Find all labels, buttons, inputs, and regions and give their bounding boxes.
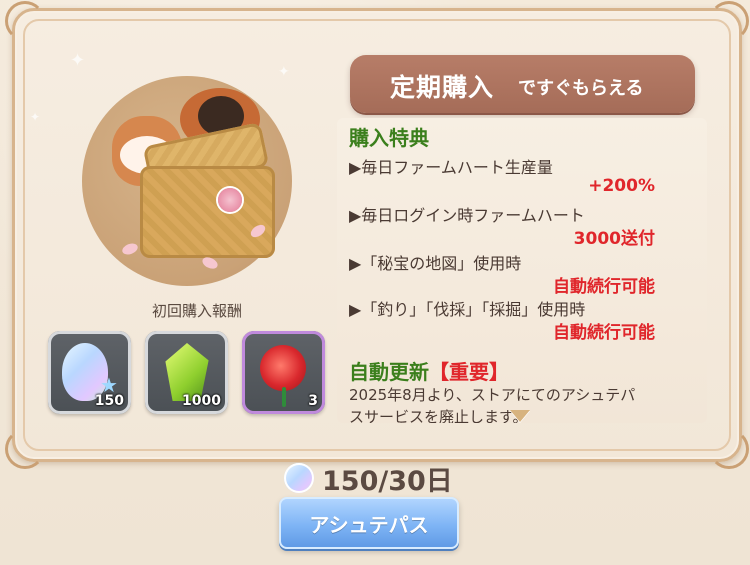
reward-item-green-gem[interactable]: 1000 [145,331,228,414]
auto-renew-title: 自動更新【重要】 [349,356,509,385]
frame-corner-ornament [709,429,749,469]
flower-icon [218,188,242,212]
benefit-label: ▶「釣り」「伐採」「採掘」使用時 [349,300,586,319]
first-purchase-reward-label: 初回購入報酬 [151,302,242,320]
benefit-value: 自動続行可能 [553,323,655,343]
price-display: 150/30日 [284,458,453,498]
benefit-value: 3000送付 [573,229,655,249]
title-banner: 定期購入 ですぐもらえる [350,55,695,113]
reward-items: ★ 150 1000 3 [48,331,333,422]
banner-title: 定期購入 [390,73,495,102]
benefits-scroll-panel[interactable]: 購入特典 ▶毎日ファームハート生産量 +200% ▶毎日ログイン時ファームハート… [337,118,707,423]
picnic-basket [140,166,275,258]
sparkle-icon: ✦ [30,110,41,124]
sparkle-icon: ✦ [278,64,290,80]
fox-basket-illustration [82,76,292,286]
petal-icon [120,241,140,257]
frame-corner-ornament [5,1,45,41]
benefit-label: ▶毎日ファームハート生産量 [349,158,553,177]
benefit-value: +200% [588,176,655,196]
reward-item-red-rose[interactable]: 3 [242,331,325,414]
rose-icon [260,345,306,391]
banner-subtitle: ですぐもらえる [518,78,644,99]
benefits-title: 購入特典 [349,126,429,150]
price-text: 150/30日 [322,465,453,497]
auto-renew-title-text: 自動更新 [349,360,429,384]
item-count: 150 [94,393,124,409]
frame-corner-ornament [709,1,749,41]
scroll-down-icon[interactable] [510,410,530,422]
reward-item-shell[interactable]: ★ 150 [48,331,131,414]
benefit-value: 自動続行可能 [553,277,655,297]
auto-renew-text-line: 2025年8月より、ストアにてのアシュテパ [349,386,636,404]
benefit-label: ▶毎日ログイン時ファームハート [349,206,585,225]
auto-renew-important: 【重要】 [429,360,509,384]
frame-corner-ornament [5,429,45,469]
purchase-button[interactable]: アシュテパス [279,497,459,549]
sparkle-icon: ✦ [70,50,86,71]
shell-currency-icon [284,463,314,493]
item-count: 1000 [182,393,221,409]
item-count: 3 [308,393,318,409]
benefit-label: ▶「秘宝の地図」使用時 [349,254,522,273]
rose-stem [282,387,286,407]
purchase-popup: ✦ ✦ ✦ 初回購入報酬 ★ 150 1000 3 定期購入 ですぐもらえる 購… [0,0,750,565]
